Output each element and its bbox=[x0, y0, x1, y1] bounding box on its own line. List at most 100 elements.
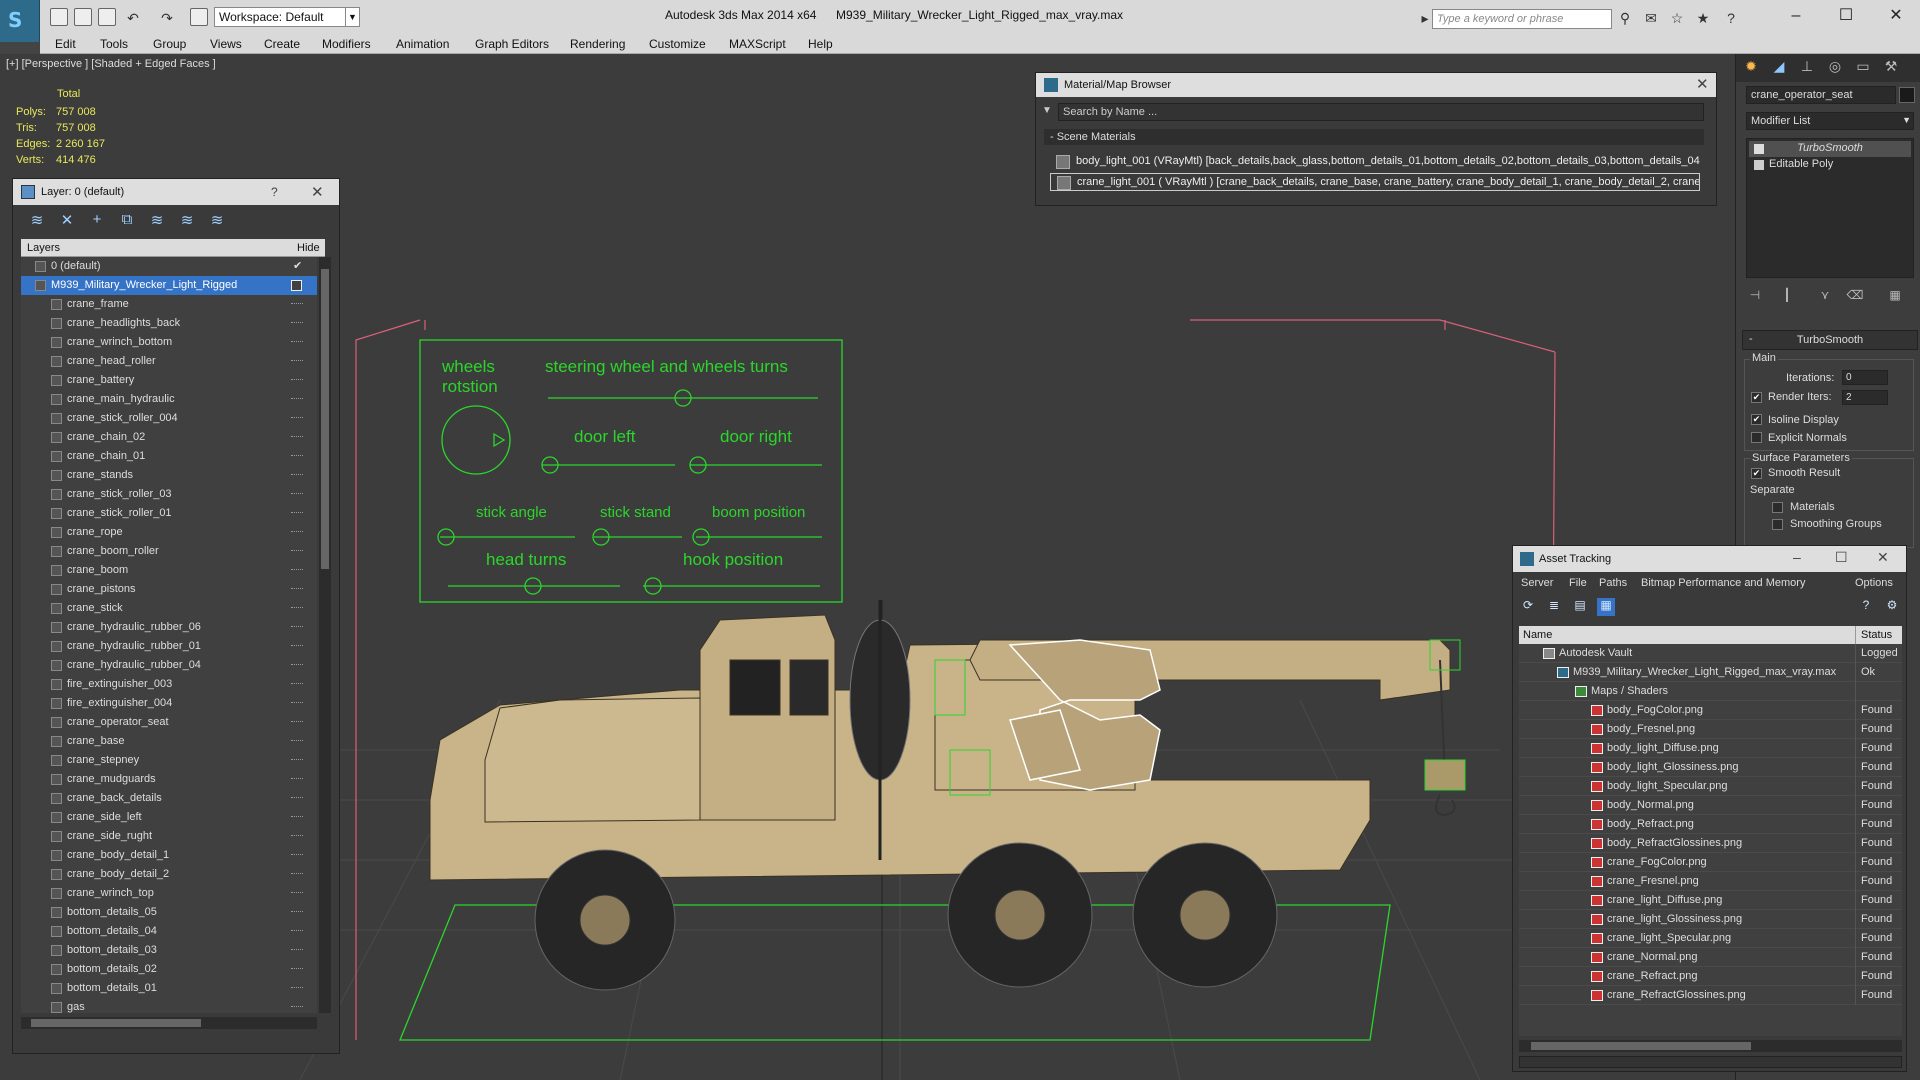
list-view-icon[interactable]: ≣ bbox=[1545, 598, 1563, 616]
object-color-swatch[interactable] bbox=[1899, 87, 1915, 103]
hide-toggle[interactable] bbox=[291, 702, 303, 705]
column-status[interactable]: Status bbox=[1861, 629, 1892, 641]
layer-object-row[interactable]: crane_wrinch_bottom bbox=[21, 333, 317, 352]
open-file-icon[interactable] bbox=[74, 8, 92, 26]
communication-icon[interactable]: ✉ bbox=[1642, 10, 1660, 28]
hide-toggle[interactable] bbox=[291, 1006, 303, 1009]
configure-sets-icon[interactable]: ▦ bbox=[1886, 288, 1904, 304]
layer-object-row[interactable]: crane_base bbox=[21, 732, 317, 751]
hide-toggle[interactable] bbox=[291, 949, 303, 952]
highlight-layer-icon[interactable]: ≋ bbox=[147, 211, 167, 231]
layer-list[interactable]: 0 (default) ✔ M939_Military_Wrecker_Ligh… bbox=[21, 257, 317, 1013]
menu-help[interactable]: Help bbox=[808, 37, 833, 51]
layer-object-row[interactable]: crane_side_rught bbox=[21, 827, 317, 846]
modify-tab-icon[interactable]: ◢ bbox=[1768, 58, 1790, 78]
menu-animation[interactable]: Animation bbox=[396, 37, 449, 51]
delete-layer-icon[interactable]: ✕ bbox=[57, 211, 77, 231]
hide-toggle[interactable] bbox=[291, 512, 303, 515]
hide-toggle[interactable] bbox=[291, 759, 303, 762]
hide-toggle[interactable] bbox=[291, 911, 303, 914]
help-icon[interactable]: ? bbox=[271, 185, 278, 199]
hide-toggle[interactable] bbox=[291, 417, 303, 420]
close-button[interactable]: ✕ bbox=[1876, 4, 1916, 28]
asset-row-map[interactable]: crane_light_Specular.png Found bbox=[1519, 929, 1902, 948]
asset-row-map[interactable]: body_light_Specular.png Found bbox=[1519, 777, 1902, 796]
asset-row-maps-group[interactable]: Maps / Shaders bbox=[1519, 682, 1902, 701]
scrollbar-thumb[interactable] bbox=[321, 269, 329, 569]
layer-object-row[interactable]: crane_rope bbox=[21, 523, 317, 542]
hide-toggle[interactable] bbox=[291, 626, 303, 629]
hide-toggle[interactable] bbox=[291, 968, 303, 971]
menu-views[interactable]: Views bbox=[210, 37, 242, 51]
layer-object-row[interactable]: bottom_details_05 bbox=[21, 903, 317, 922]
layer-object-row[interactable]: crane_body_detail_1 bbox=[21, 846, 317, 865]
workspace-dropdown[interactable]: Workspace: Default ▼ bbox=[214, 7, 360, 27]
hide-toggle[interactable] bbox=[291, 683, 303, 686]
layer-object-row[interactable]: crane_stands bbox=[21, 466, 317, 485]
layer-object-row[interactable]: bottom_details_04 bbox=[21, 922, 317, 941]
hide-toggle[interactable] bbox=[291, 322, 303, 325]
wheel-middle[interactable] bbox=[947, 842, 1093, 988]
layer-object-row[interactable]: crane_stick_roller_01 bbox=[21, 504, 317, 523]
add-to-layer-icon[interactable]: + bbox=[87, 211, 107, 231]
help-icon[interactable]: ? bbox=[1857, 598, 1875, 616]
render-iters-spinner[interactable]: 2 bbox=[1842, 390, 1888, 405]
asset-row-vault[interactable]: Autodesk Vault Logged bbox=[1519, 644, 1902, 663]
operator-seat-selected[interactable] bbox=[1008, 639, 1161, 791]
hide-toggle[interactable] bbox=[291, 892, 303, 895]
column-hide[interactable]: Hide bbox=[297, 242, 320, 254]
layer-object-row[interactable]: crane_stick_roller_03 bbox=[21, 485, 317, 504]
asset-row-map[interactable]: crane_FogColor.png Found bbox=[1519, 853, 1902, 872]
asset-row-map[interactable]: body_light_Glossiness.png Found bbox=[1519, 758, 1902, 777]
settings-icon[interactable]: ⚙ bbox=[1883, 598, 1901, 616]
hide-toggle[interactable] bbox=[291, 569, 303, 572]
layer-default-row[interactable]: 0 (default) ✔ bbox=[21, 257, 317, 276]
pin-stack-icon[interactable]: ⊣ bbox=[1746, 288, 1764, 304]
create-tab-icon[interactable]: ✹ bbox=[1740, 58, 1762, 78]
asset-menu-paths[interactable]: Paths bbox=[1599, 577, 1627, 589]
utilities-tab-icon[interactable]: ⚒ bbox=[1880, 58, 1902, 78]
layer-object-row[interactable]: crane_headlights_back bbox=[21, 314, 317, 333]
material-row-selected[interactable]: crane_light_001 ( VRayMtl ) [crane_back_… bbox=[1050, 173, 1700, 191]
asset-row-map[interactable]: body_RefractGlossines.png Found bbox=[1519, 834, 1902, 853]
remove-modifier-icon[interactable]: ⌫ bbox=[1846, 288, 1864, 304]
detail-view-icon[interactable]: ▤ bbox=[1571, 598, 1589, 616]
menu-modifiers[interactable]: Modifiers bbox=[322, 37, 371, 51]
column-layers[interactable]: Layers bbox=[27, 242, 60, 254]
materials-checkbox[interactable] bbox=[1772, 502, 1783, 513]
truck-model[interactable] bbox=[429, 600, 1466, 991]
isoline-display-checkbox[interactable]: ✔ bbox=[1751, 414, 1762, 425]
material-search-input[interactable]: Search by Name ... bbox=[1058, 103, 1704, 121]
hide-toggle[interactable] bbox=[291, 740, 303, 743]
scrollbar-thumb[interactable] bbox=[31, 1019, 201, 1027]
hide-toggle[interactable] bbox=[291, 854, 303, 857]
layer-object-row[interactable]: crane_body_detail_2 bbox=[21, 865, 317, 884]
asset-row-map[interactable]: crane_light_Diffuse.png Found bbox=[1519, 891, 1902, 910]
star-icon[interactable]: ★ bbox=[1694, 10, 1712, 28]
infocenter-search-input[interactable]: Type a keyword or phrase bbox=[1432, 9, 1612, 29]
smoothing-groups-checkbox[interactable] bbox=[1772, 519, 1783, 530]
hide-toggle[interactable] bbox=[291, 816, 303, 819]
asset-horizontal-scrollbar[interactable] bbox=[1519, 1040, 1902, 1052]
material-row[interactable]: body_light_001 (VRayMtl) [back_details,b… bbox=[1050, 153, 1700, 171]
layer-object-row[interactable]: crane_boom_roller bbox=[21, 542, 317, 561]
hide-toggle[interactable] bbox=[291, 835, 303, 838]
layer-object-row[interactable]: crane_frame bbox=[21, 295, 317, 314]
show-end-result-icon[interactable]: ┃ bbox=[1778, 288, 1796, 304]
modifier-list-dropdown[interactable]: Modifier List ▼ bbox=[1746, 112, 1914, 130]
asset-row-map[interactable]: body_FogColor.png Found bbox=[1519, 701, 1902, 720]
asset-tracking-titlebar[interactable]: Asset Tracking – ☐ ✕ bbox=[1513, 546, 1906, 572]
close-button[interactable]: ✕ bbox=[1877, 549, 1889, 566]
viewport-label[interactable]: [+] [Perspective ] [Shaded + Edged Faces… bbox=[6, 58, 216, 70]
asset-row-map[interactable]: crane_Fresnel.png Found bbox=[1519, 872, 1902, 891]
hide-toggle[interactable] bbox=[291, 436, 303, 439]
layer-object-row[interactable]: gas bbox=[21, 998, 317, 1013]
motion-tab-icon[interactable]: ◎ bbox=[1824, 58, 1846, 78]
asset-row-map[interactable]: crane_light_Glossiness.png Found bbox=[1519, 910, 1902, 929]
layer-object-row[interactable]: crane_operator_seat bbox=[21, 713, 317, 732]
modifier-stack[interactable]: TurboSmooth Editable Poly bbox=[1746, 138, 1914, 278]
render-iters-checkbox[interactable]: ✔ bbox=[1751, 392, 1762, 403]
hide-toggle[interactable] bbox=[291, 778, 303, 781]
asset-menu-options[interactable]: Options bbox=[1855, 577, 1893, 589]
layer-object-row[interactable]: crane_side_left bbox=[21, 808, 317, 827]
